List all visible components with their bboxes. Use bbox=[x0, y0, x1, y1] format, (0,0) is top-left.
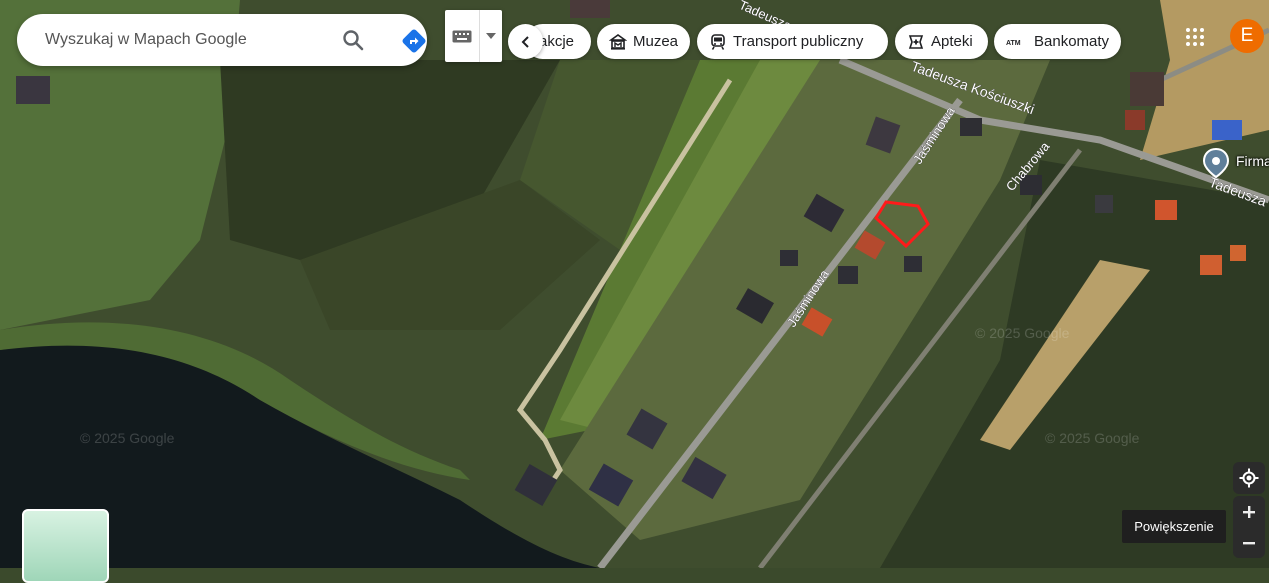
zoom-out-button[interactable] bbox=[1233, 527, 1265, 558]
chip-atms[interactable]: ATM Bankomaty bbox=[994, 24, 1121, 59]
chips-scroll-left-button[interactable] bbox=[508, 24, 543, 59]
my-location-button[interactable] bbox=[1233, 462, 1265, 494]
map-watermark: © 2025 Google bbox=[80, 430, 175, 446]
google-apps-button[interactable] bbox=[1180, 22, 1210, 52]
atm-icon: ATM bbox=[1006, 40, 1021, 47]
zoom-tooltip: Powiększenie bbox=[1122, 510, 1226, 543]
input-tools-dropdown[interactable] bbox=[480, 10, 502, 62]
plus-icon bbox=[1243, 505, 1255, 518]
zoom-controls bbox=[1233, 496, 1265, 558]
satellite-map[interactable]: Tadeusza Kościuszki Tadeusza K Tadeusza … bbox=[0, 0, 1269, 568]
directions-button[interactable] bbox=[399, 26, 429, 56]
chip-pharmacies[interactable]: Apteki bbox=[895, 24, 988, 59]
my-location-icon bbox=[1239, 468, 1259, 488]
svg-text:ATM: ATM bbox=[1006, 40, 1021, 47]
layers-switcher[interactable] bbox=[22, 509, 109, 583]
chip-label: Bankomaty bbox=[1034, 33, 1110, 50]
chip-public-transport[interactable]: Transport publiczny bbox=[697, 24, 888, 59]
chip-label: Apteki bbox=[931, 33, 973, 50]
pharmacy-icon bbox=[908, 34, 924, 49]
apps-grid-icon bbox=[1186, 28, 1204, 46]
map-watermark-3: © 2025 Google bbox=[1045, 430, 1140, 446]
search-button[interactable] bbox=[339, 26, 367, 54]
chevron-down-icon bbox=[486, 33, 496, 39]
chevron-left-icon bbox=[521, 35, 529, 48]
museum-icon bbox=[609, 33, 627, 50]
chip-museums[interactable]: Muzea bbox=[597, 24, 690, 59]
place-pin-icon bbox=[1202, 147, 1230, 179]
search-icon bbox=[343, 30, 364, 51]
place-marker[interactable] bbox=[1202, 147, 1230, 179]
keyboard-toggle[interactable] bbox=[445, 10, 480, 62]
search-input[interactable] bbox=[43, 30, 317, 50]
map-watermark-2: © 2025 Google bbox=[975, 325, 1070, 341]
search-box bbox=[17, 14, 427, 66]
zoom-in-button[interactable] bbox=[1233, 496, 1265, 527]
chip-label: Muzea bbox=[633, 33, 679, 50]
minus-icon bbox=[1243, 541, 1255, 544]
account-avatar[interactable]: E bbox=[1230, 19, 1264, 53]
keyboard-icon bbox=[452, 30, 472, 42]
train-icon bbox=[711, 33, 725, 50]
directions-icon bbox=[402, 29, 426, 53]
input-tools-button[interactable] bbox=[445, 10, 502, 62]
chip-label: Transport publiczny bbox=[733, 33, 864, 50]
place-label[interactable]: Firma bbox=[1236, 153, 1269, 169]
